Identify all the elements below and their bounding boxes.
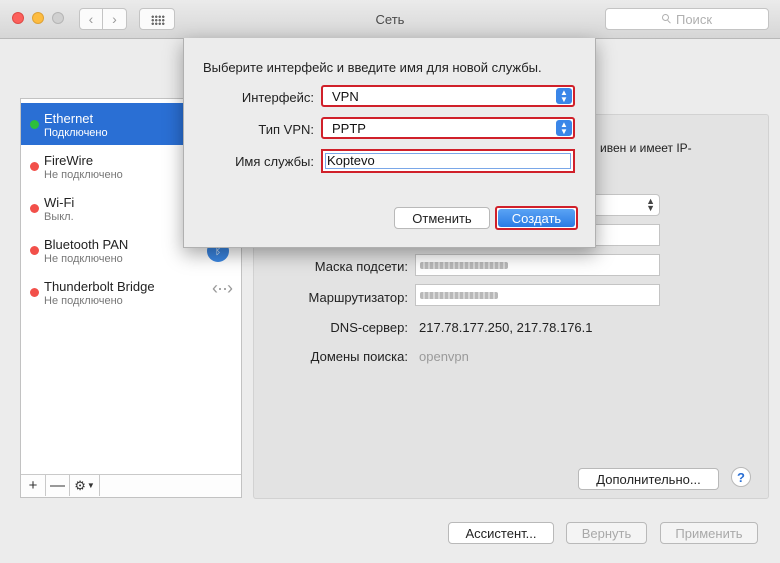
service-name: Wi-Fi bbox=[44, 195, 75, 210]
status-dot-red bbox=[30, 288, 39, 297]
apply-button[interactable]: Применить bbox=[660, 522, 758, 544]
title-bar: ‹ › Сеть Поиск bbox=[0, 0, 780, 39]
service-name-value: Koptevo bbox=[327, 153, 375, 168]
service-name: Thunderbolt Bridge bbox=[44, 279, 155, 294]
service-status: Выкл. bbox=[44, 211, 74, 223]
service-name-label: Имя службы: bbox=[235, 154, 314, 169]
service-name: Ethernet bbox=[44, 111, 94, 126]
service-name-field[interactable]: Koptevo bbox=[321, 149, 575, 173]
updown-arrows-icon: ▲ ▼ bbox=[556, 88, 572, 104]
revert-button[interactable]: Вернуть bbox=[566, 522, 647, 544]
service-actions-button[interactable]: ⚙ ▼ bbox=[70, 475, 100, 496]
new-service-sheet: Выберите интерфейс и введите имя для нов… bbox=[183, 38, 596, 248]
create-button[interactable]: Создать bbox=[495, 206, 578, 230]
ip-address-field[interactable] bbox=[590, 224, 660, 246]
create-button-label: Создать bbox=[498, 209, 575, 227]
status-dot-green bbox=[30, 120, 39, 129]
search-placeholder: Поиск bbox=[675, 11, 713, 27]
vpn-type-value: PPTP bbox=[332, 121, 366, 136]
subnet-mask-label: Маска подсети: bbox=[314, 259, 408, 274]
remove-service-button[interactable]: — bbox=[46, 475, 70, 496]
add-service-button[interactable]: + bbox=[21, 475, 46, 496]
service-status: Не подключено bbox=[44, 295, 123, 307]
service-list-toolbar: + — ⚙ ▼ bbox=[21, 474, 241, 497]
service-status: Не подключено bbox=[44, 253, 123, 265]
service-name: FireWire bbox=[44, 153, 94, 168]
updown-arrows-icon: ▲ ▼ bbox=[646, 196, 655, 213]
service-status: Не подключено bbox=[44, 169, 123, 181]
vpn-type-popup[interactable]: PPTP ▲ ▼ bbox=[321, 117, 575, 139]
vpn-type-label: Тип VPN: bbox=[258, 122, 314, 137]
status-dot-red bbox=[30, 162, 39, 171]
interface-popup[interactable]: VPN ▲ ▼ bbox=[321, 85, 575, 107]
search-domains-label: Домены поиска: bbox=[310, 349, 408, 364]
service-status: Подключено bbox=[44, 127, 108, 139]
sheet-message: Выберите интерфейс и введите имя для нов… bbox=[203, 60, 542, 75]
router-field[interactable] bbox=[415, 284, 660, 306]
redacted-value bbox=[420, 292, 498, 299]
interface-label: Интерфейс: bbox=[241, 90, 314, 105]
assistant-button[interactable]: Ассистент... bbox=[448, 522, 554, 544]
network-preferences-window: ‹ › Сеть Поиск Ethernet Подключено FireW… bbox=[0, 0, 780, 563]
thunderbolt-bridge-icon: ‹··› bbox=[212, 277, 233, 298]
dns-server-value: 217.78.177.250, 217.78.176.1 bbox=[419, 320, 593, 335]
cancel-button[interactable]: Отменить bbox=[394, 207, 490, 229]
status-dot-red bbox=[30, 204, 39, 213]
configure-ipv4-popup[interactable]: ▲ ▼ bbox=[590, 194, 660, 216]
search-field[interactable]: Поиск bbox=[605, 8, 769, 30]
help-button[interactable]: ? bbox=[731, 467, 751, 487]
router-label: Маршрутизатор: bbox=[308, 290, 408, 305]
redacted-value bbox=[420, 262, 508, 269]
subnet-mask-field[interactable] bbox=[415, 254, 660, 276]
updown-arrows-icon: ▲ ▼ bbox=[556, 120, 572, 136]
chevron-down-icon: ▼ bbox=[86, 481, 95, 490]
gear-icon: ⚙ bbox=[74, 477, 86, 493]
search-domains-value: openvpn bbox=[419, 349, 469, 364]
service-name: Bluetooth PAN bbox=[44, 237, 129, 252]
status-dot-red bbox=[30, 246, 39, 255]
search-icon bbox=[661, 14, 672, 24]
advanced-button[interactable]: Дополнительно... bbox=[578, 468, 719, 490]
status-description: ивен и имеет IP- bbox=[600, 141, 692, 155]
dns-server-label: DNS-сервер: bbox=[330, 320, 408, 335]
interface-value: VPN bbox=[332, 89, 359, 104]
